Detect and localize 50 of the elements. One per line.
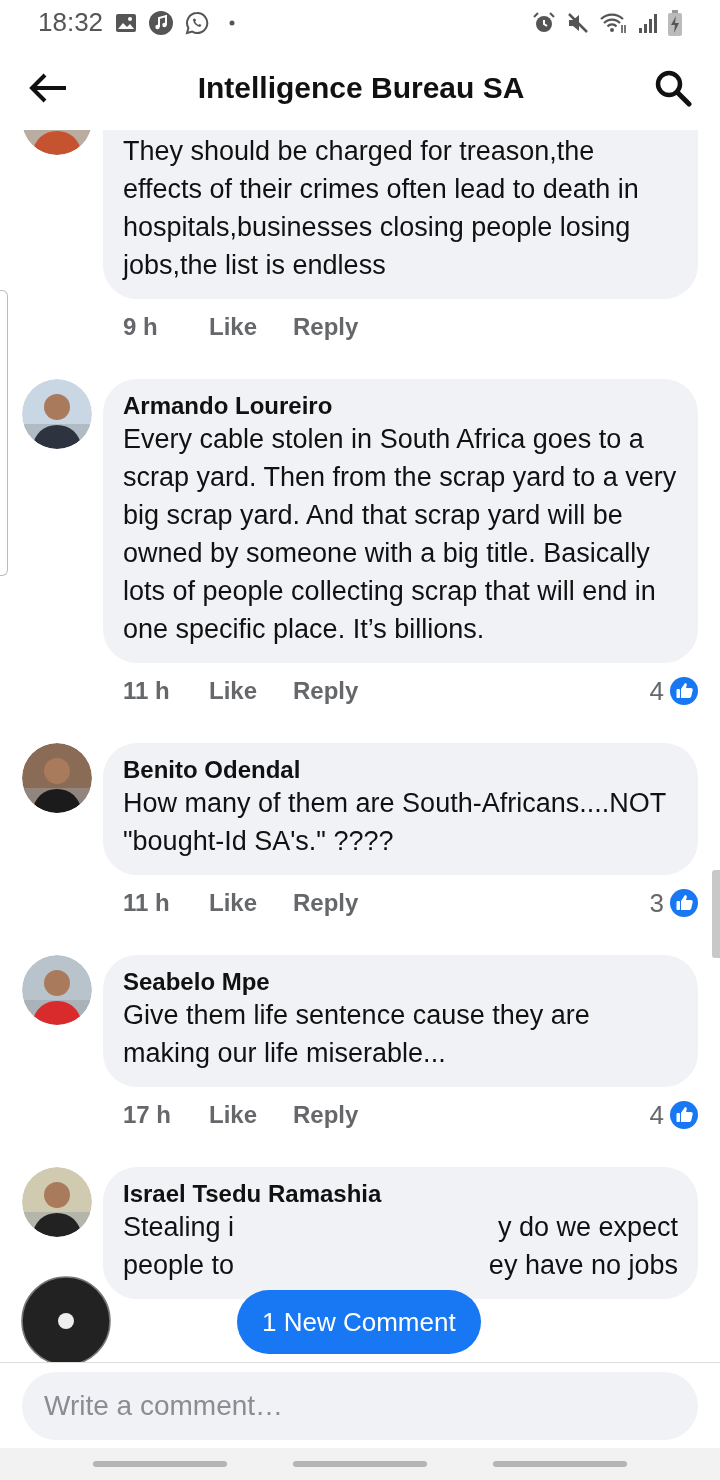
search-icon[interactable] (654, 68, 692, 107)
nav-handle[interactable] (93, 1461, 227, 1467)
comment-time: 11 h (123, 676, 171, 706)
comment-text: ey have no jobs (488, 1249, 678, 1282)
comment-text: Every cable stolen in South Africa goes to a scrap yard. Then from the scrap yard to a very big scrap yard. And that scrap yard will be owned by someone with a big title. Basically lots of people collecting scrap that will end in one specific place. It’s billions. (123, 423, 678, 646)
comment-text: Stealing i (123, 1211, 235, 1244)
music-icon (149, 10, 174, 35)
comment-time: 17 h (123, 1100, 173, 1130)
comment-input-field[interactable]: Write a comment… (22, 1371, 698, 1440)
reply-link[interactable]: Reply (293, 1097, 359, 1133)
comment-time: 9 h (123, 312, 159, 342)
like-icon (670, 677, 698, 705)
comment-text: people to (123, 1249, 235, 1282)
floating-media-button[interactable] (21, 1276, 111, 1362)
back-arrow-icon[interactable] (28, 71, 68, 104)
alarm-icon (532, 10, 556, 35)
reply-link[interactable]: Reply (293, 309, 359, 345)
like-link[interactable]: Like (209, 1097, 258, 1133)
chat-icon (185, 10, 210, 35)
comment-text: They should be charged for treason,the effects of their crimes often lead to death in hospitals,businesses closing people losing jobs,the list is endless (123, 135, 640, 282)
reply-link[interactable]: Reply (293, 673, 359, 709)
like-icon (670, 889, 698, 917)
page-title: Intelligence Bureau SA (197, 70, 525, 106)
new-comment-button[interactable]: 1 New Comment (237, 1290, 481, 1354)
reaction-count: 4 (649, 674, 664, 708)
mute-icon (566, 10, 590, 35)
like-link[interactable]: Like (209, 673, 258, 709)
signal-icon (638, 11, 658, 34)
nav-handle[interactable] (493, 1461, 627, 1467)
reaction-count: 4 (649, 1098, 664, 1132)
nav-handle[interactable] (293, 1461, 427, 1467)
like-link[interactable]: Like (209, 885, 258, 921)
comment-text: y do we expect (497, 1211, 678, 1244)
author-name[interactable]: Armando Loureiro (123, 392, 678, 420)
author-name[interactable]: Israel Tsedu Ramashia (123, 1180, 678, 1208)
author-name[interactable]: Seabelo Mpe (123, 968, 678, 996)
like-icon (670, 1101, 698, 1129)
status-time: 18:32 (38, 6, 104, 39)
comment-text: Give them life sentence cause they are making our life miserable... (123, 999, 591, 1070)
image-icon (115, 11, 138, 34)
edge-handle[interactable] (0, 290, 8, 576)
like-link[interactable]: Like (209, 309, 258, 345)
reply-link[interactable]: Reply (293, 885, 359, 921)
comment-time: 11 h (123, 888, 171, 918)
comment-text: How many of them are South-Africans....NOT "bought-Id SA's." ???? (123, 787, 667, 858)
dot-icon (229, 19, 236, 26)
reaction-count: 3 (649, 886, 664, 920)
scrollbar-thumb[interactable] (712, 870, 720, 958)
author-name[interactable]: Benito Odendal (123, 756, 678, 784)
battery-icon (668, 9, 682, 36)
